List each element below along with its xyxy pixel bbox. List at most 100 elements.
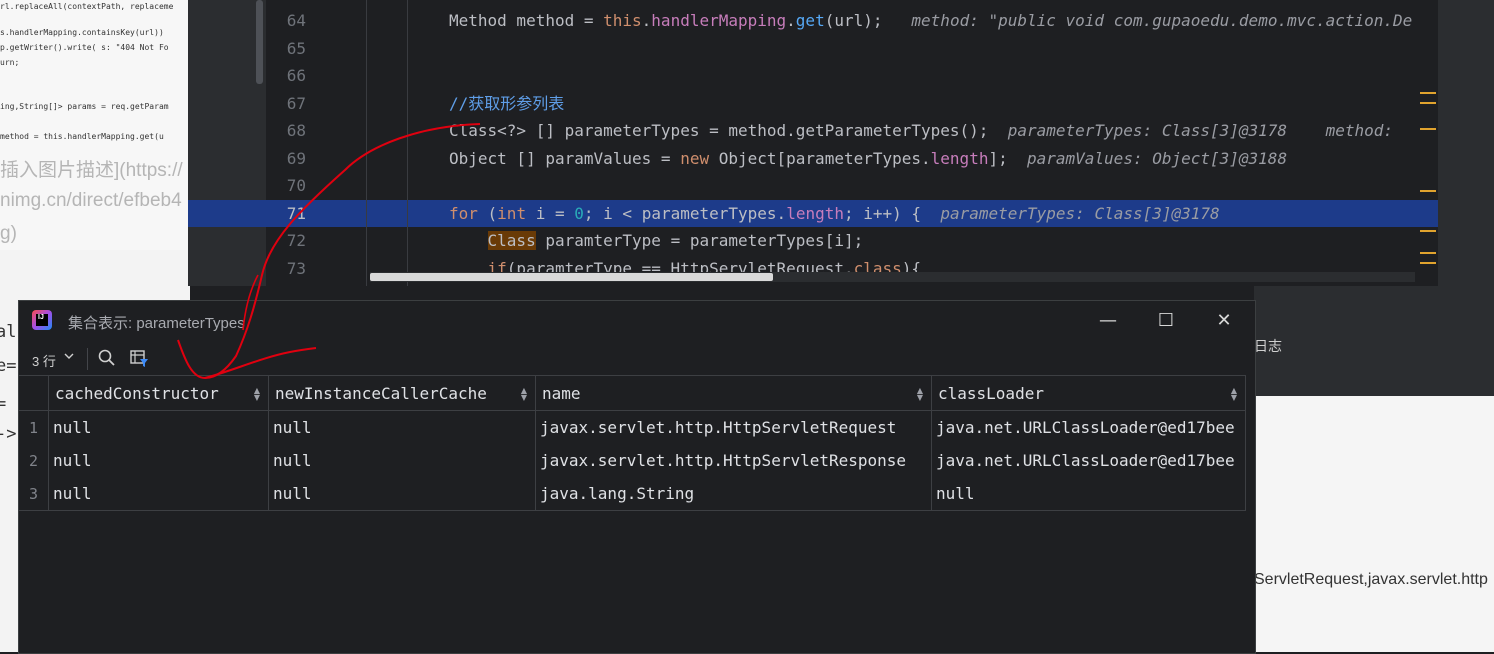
column-header-classloader[interactable]: classLoader ▲ ▼ xyxy=(931,375,1246,411)
code-text: Class<?> [] parameterTypes = method.getP… xyxy=(449,121,1394,140)
window-toolbar xyxy=(19,341,1255,375)
table-cell[interactable]: null xyxy=(268,444,536,477)
code-line[interactable]: 70 xyxy=(188,172,1438,199)
table-cell[interactable]: java.net.URLClassLoader@ed17bee xyxy=(931,410,1246,444)
close-icon[interactable]: ✕ xyxy=(1195,301,1253,341)
code-text: Method method = this.handlerMapping.get(… xyxy=(449,11,1413,30)
log-tab-label[interactable]: 日志 xyxy=(1254,336,1282,356)
line-number[interactable]: 66 xyxy=(266,62,306,89)
image-alt-text: nimg.cn/direct/efbeb4 xyxy=(0,190,182,211)
table-cell[interactable]: java.net.URLClassLoader@ed17bee xyxy=(931,444,1246,477)
stripe-marker[interactable] xyxy=(1420,230,1436,232)
filter-icon[interactable] xyxy=(129,348,149,368)
line-number[interactable]: 73 xyxy=(266,255,306,282)
sort-icon[interactable]: ▲ ▼ xyxy=(254,387,260,402)
window-titlebar[interactable]: IJ 集合表示: parameterTypes — ☐ ✕ xyxy=(19,301,1255,341)
line-number[interactable]: 67 xyxy=(266,90,306,117)
image-alt-text: g) xyxy=(0,223,17,244)
right-tool-strip xyxy=(1438,0,1494,286)
error-stripe[interactable] xyxy=(1418,0,1438,286)
code-text: for (int i = 0; i < parameterTypes.lengt… xyxy=(449,204,1220,223)
table-row[interactable]: 1 null null javax.servlet.http.HttpServl… xyxy=(19,410,1246,444)
window-title: 集合表示: parameterTypes xyxy=(68,315,245,332)
horizontal-scrollbar-thumb[interactable] xyxy=(370,273,773,281)
image-alt-text: 插入图片描述](https:// xyxy=(0,160,183,181)
row-number-header xyxy=(19,375,49,411)
panel-header xyxy=(1254,326,1494,367)
panel-white-area xyxy=(1254,396,1494,652)
line-number[interactable]: 69 xyxy=(266,145,306,172)
toolbar-separator xyxy=(87,348,88,370)
line-number[interactable]: 65 xyxy=(266,35,306,62)
stripe-marker[interactable] xyxy=(1420,252,1436,254)
code-editor[interactable]: 64 Method method = this.handlerMapping.ge… xyxy=(188,0,1438,286)
table-cell[interactable]: null xyxy=(48,410,269,444)
blog-code-line: urn; xyxy=(0,58,20,67)
panel-top-bar xyxy=(1254,286,1494,326)
table-cell[interactable]: null xyxy=(268,477,536,511)
maximize-icon[interactable]: ☐ xyxy=(1137,301,1195,341)
code-line[interactable]: 64 Method method = this.handlerMapping.ge… xyxy=(188,7,1438,34)
code-line[interactable]: 66 xyxy=(188,62,1438,89)
row-number: 3 xyxy=(19,477,49,511)
column-header-label: newInstanceCallerCache xyxy=(275,383,487,403)
chevron-down-icon[interactable] xyxy=(63,350,75,366)
table-cell[interactable]: java.lang.String xyxy=(535,477,932,511)
table-cell[interactable]: javax.servlet.http.HttpServletRequest xyxy=(535,410,932,444)
indent-guide xyxy=(407,0,408,286)
collection-table[interactable]: cachedConstructor ▲ ▼ newInstanceCallerCac… xyxy=(19,375,1246,511)
column-header-label: cachedConstructor xyxy=(55,383,219,403)
blog-code-line: rl.replaceAll(contextPath, replaceme xyxy=(0,2,174,11)
blog-code-line: p.getWriter().write( s: "404 Not Fo xyxy=(0,43,169,52)
stripe-marker[interactable] xyxy=(1420,128,1436,130)
stripe-marker[interactable] xyxy=(1420,190,1436,192)
collection-view-window[interactable]: IJ 集合表示: parameterTypes — ☐ ✕ 3 行 cached… xyxy=(18,300,1256,654)
code-line[interactable]: 72 Class paramterType = parameterTypes[i… xyxy=(188,227,1438,254)
table-cell[interactable]: null xyxy=(48,444,269,477)
column-header-label: name xyxy=(542,383,581,403)
line-number[interactable]: 71 xyxy=(266,200,306,227)
code-text: Object [] paramValues = new Object[param… xyxy=(449,149,1288,168)
table-row[interactable]: 3 null null java.lang.String null xyxy=(19,477,1246,511)
table-row[interactable]: 2 null null javax.servlet.http.HttpServl… xyxy=(19,444,1246,477)
indent-guide xyxy=(366,0,367,286)
panel-text: ServletRequest,javax.servlet.http xyxy=(1254,571,1488,588)
row-number: 2 xyxy=(19,444,49,477)
stripe-marker[interactable] xyxy=(1420,102,1436,104)
stripe-marker[interactable] xyxy=(1420,262,1436,264)
code-line[interactable]: 68 Class<?> [] parameterTypes = method.ge… xyxy=(188,117,1438,144)
blog-code-fragment: -> xyxy=(0,424,17,444)
minimize-icon[interactable]: — xyxy=(1079,301,1137,341)
column-header-cachedconstructor[interactable]: cachedConstructor ▲ ▼ xyxy=(48,375,269,411)
table-cell[interactable]: null xyxy=(48,477,269,511)
line-number[interactable]: 64 xyxy=(266,7,306,34)
blog-code-line: method = this.handlerMapping.get(u xyxy=(0,132,164,141)
column-header-name[interactable]: name ▲ ▼ xyxy=(535,375,932,411)
line-number[interactable]: 72 xyxy=(266,227,306,254)
column-header-newinstancecallercache[interactable]: newInstanceCallerCache ▲ ▼ xyxy=(268,375,536,411)
table-cell[interactable]: javax.servlet.http.HttpServletResponse xyxy=(535,444,932,477)
code-line[interactable]: 71 for (int i = 0; i < parameterTypes.len… xyxy=(188,200,1438,227)
sort-icon[interactable]: ▲ ▼ xyxy=(521,387,527,402)
table-header-row: cachedConstructor ▲ ▼ newInstanceCallerCac… xyxy=(19,375,1246,411)
line-number[interactable]: 70 xyxy=(266,172,306,199)
table-cell[interactable]: null xyxy=(268,410,536,444)
code-line[interactable]: 65 xyxy=(188,35,1438,62)
blog-code-fragment: e= xyxy=(0,356,17,376)
background-right-panel: 日志 ServletRequest,javax.servlet.http xyxy=(1254,286,1494,652)
code-text: Class paramterType = parameterTypes[i]; xyxy=(487,231,864,250)
line-number[interactable]: 68 xyxy=(266,117,306,144)
code-line[interactable]: 69 Object [] paramValues = new Object[par… xyxy=(188,145,1438,172)
row-count-selector[interactable]: 3 行 xyxy=(32,351,56,370)
sort-icon[interactable]: ▲ ▼ xyxy=(1231,387,1237,402)
blog-code-line: ing,String[]> params = req.getParam xyxy=(0,102,169,111)
stripe-marker[interactable] xyxy=(1420,92,1436,94)
blog-code-line: s.handlerMapping.containsKey(url)) xyxy=(0,28,164,37)
row-number: 1 xyxy=(19,410,49,444)
table-cell[interactable]: null xyxy=(931,477,1246,511)
code-line[interactable]: 67 //获取形参列表 xyxy=(188,90,1438,117)
search-icon[interactable] xyxy=(97,348,117,368)
sort-icon[interactable]: ▲ ▼ xyxy=(917,387,923,402)
column-header-label: classLoader xyxy=(938,383,1044,403)
blog-code-screenshot: rl.replaceAll(contextPath, replaceme s.h… xyxy=(0,0,190,250)
